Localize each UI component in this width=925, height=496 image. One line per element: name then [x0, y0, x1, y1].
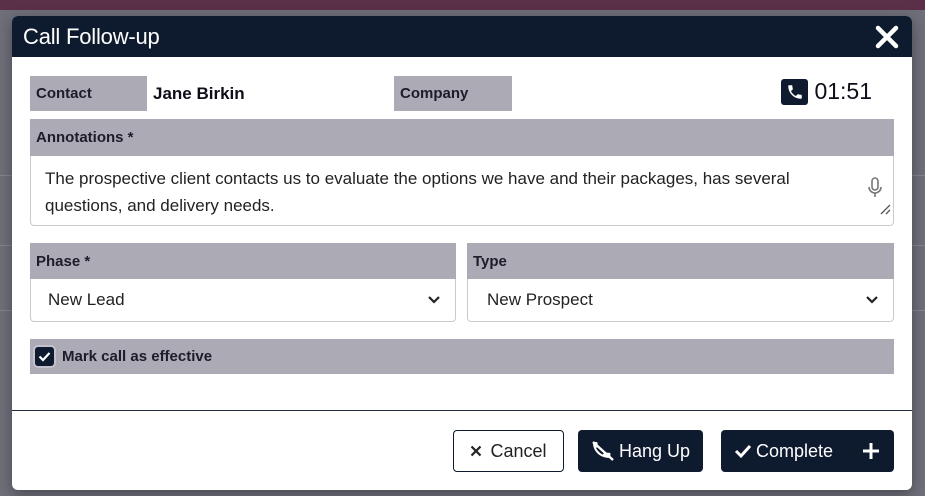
cancel-label: Cancel: [490, 440, 547, 461]
call-timer: 01:51: [781, 78, 872, 105]
phase-select[interactable]: New Lead: [30, 279, 456, 322]
phone-slash-icon: [592, 441, 614, 461]
plus-icon[interactable]: [861, 439, 881, 463]
mark-effective-row[interactable]: Mark call as effective: [30, 339, 894, 374]
hang-up-label: Hang Up: [618, 440, 691, 461]
call-follow-up-dialog: Call Follow-up Contact Jane Birkin Compa…: [12, 16, 912, 490]
phase-selected-value: New Lead: [48, 290, 125, 309]
contact-label: Contact: [30, 76, 147, 111]
call-timer-value: 01:51: [814, 78, 872, 104]
complete-label: Complete: [756, 440, 834, 461]
annotations-text: The prospective client contacts us to ev…: [45, 169, 790, 215]
annotations-textarea[interactable]: The prospective client contacts us to ev…: [30, 156, 894, 226]
phone-icon: [781, 78, 809, 105]
dialog-title: Call Follow-up: [23, 23, 160, 49]
mark-effective-checkbox[interactable]: [35, 347, 54, 366]
phase-label: Phase *: [30, 243, 456, 279]
chevron-down-icon: [427, 290, 441, 310]
dialog-footer: Cancel Hang Up Complete: [12, 410, 912, 490]
type-select[interactable]: New Prospect: [467, 279, 894, 322]
x-icon: [471, 445, 482, 457]
chevron-down-icon: [865, 290, 879, 310]
annotations-label: Annotations *: [30, 119, 894, 156]
hang-up-button[interactable]: Hang Up: [578, 430, 703, 472]
backdrop-top-bar: [0, 0, 925, 10]
resize-handle-icon[interactable]: [879, 196, 891, 223]
complete-button[interactable]: Complete: [721, 430, 894, 472]
check-icon: [734, 444, 752, 459]
close-icon[interactable]: [872, 22, 902, 52]
cancel-button[interactable]: Cancel: [453, 430, 564, 472]
type-label: Type: [467, 243, 894, 279]
type-selected-value: New Prospect: [487, 290, 593, 309]
company-label: Company: [394, 76, 512, 111]
contact-value: Jane Birkin: [153, 84, 245, 103]
dialog-header: Call Follow-up: [12, 16, 912, 57]
mark-effective-label: Mark call as effective: [62, 348, 213, 365]
